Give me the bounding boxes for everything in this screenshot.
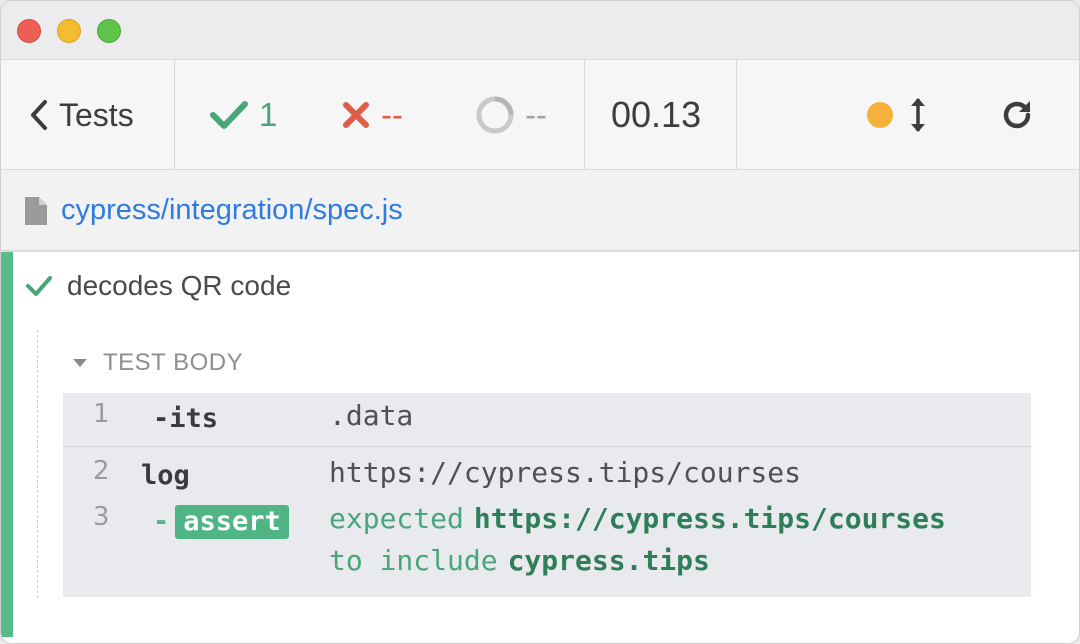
failed-count: -- [381, 96, 403, 133]
assert-include-value: cypress.tips [507, 544, 710, 577]
assert-expected-word: expected [329, 502, 464, 535]
assert-expected-value: https://cypress.tips/courses [473, 502, 946, 535]
cypress-runner-window: Tests 1 -- -- 00.13 cypress/integration/… [0, 0, 1080, 644]
command-number: 2 [93, 456, 110, 486]
test-title: decodes QR code [67, 270, 292, 301]
assert-message-line-2: to include cypress.tips [329, 540, 946, 582]
command-row[interactable]: 2 log https://cypress.tips/courses [63, 448, 1031, 500]
command-message: https://cypress.tips/courses [329, 456, 802, 489]
assert-to-include: to include [329, 544, 498, 577]
command-row[interactable]: 1 -its .data [63, 393, 1031, 447]
duration-display: 00.13 [611, 60, 701, 170]
title-bar [1, 1, 1079, 60]
header-divider [584, 60, 585, 170]
file-icon [25, 196, 47, 225]
caret-down-icon [73, 359, 87, 367]
header-divider [736, 60, 737, 170]
command-name: log [141, 460, 190, 491]
hook-title: TEST BODY [103, 349, 244, 376]
spec-file-path-link[interactable]: cypress/integration/spec.js [61, 194, 403, 227]
command-row[interactable]: 3 - assert expected https://cypress.tips/c… [63, 500, 1031, 597]
pending-stat: -- [475, 60, 547, 170]
assert-message-line-1: expected https://cypress.tips/courses [329, 498, 946, 540]
test-item[interactable]: decodes QR code [25, 266, 291, 306]
passed-count: 1 [259, 96, 278, 133]
assert-badge: assert [175, 505, 289, 539]
close-window-button[interactable] [17, 19, 41, 43]
command-name: -its [153, 403, 219, 434]
header-controls [867, 60, 927, 170]
header-divider [174, 60, 175, 170]
hook-test-body-toggle[interactable]: TEST BODY [71, 346, 243, 380]
circle-notch-icon [476, 96, 514, 134]
command-message: .data [329, 399, 414, 432]
assert-command-label: - assert [153, 505, 289, 539]
minimize-window-button[interactable] [57, 19, 81, 43]
zoom-window-button[interactable] [97, 19, 121, 43]
duration-value: 00.13 [611, 94, 702, 135]
rerun-tests-button[interactable] [999, 60, 1035, 170]
runnables-panel: decodes QR code TEST BODY 1 -its .data 2… [1, 252, 1079, 643]
x-icon [343, 102, 369, 128]
arrows-vertical-icon[interactable] [909, 95, 927, 135]
passed-stat: 1 [209, 60, 277, 170]
spec-file-bar: cypress/integration/spec.js [1, 171, 1079, 251]
assert-message: expected https://cypress.tips/courses to … [329, 498, 946, 582]
failed-stat: -- [341, 60, 403, 170]
command-number: 3 [93, 502, 110, 532]
chevron-left-icon [31, 100, 47, 130]
pending-count: -- [525, 96, 547, 133]
test-passed-stripe [1, 252, 13, 637]
auto-scroll-indicator-dot [867, 102, 893, 128]
check-icon [26, 276, 52, 296]
redo-icon [1003, 101, 1031, 129]
command-log: 1 -its .data 2 log https://cypress.tips/… [63, 393, 1031, 597]
back-to-tests-label: Tests [59, 96, 134, 133]
reporter-header: Tests 1 -- -- 00.13 [1, 60, 1079, 170]
command-dash: - [153, 506, 170, 537]
check-icon [210, 101, 248, 129]
commands-tree-guide [37, 330, 38, 598]
command-number: 1 [93, 399, 110, 429]
back-to-tests-button[interactable]: Tests [29, 60, 134, 170]
